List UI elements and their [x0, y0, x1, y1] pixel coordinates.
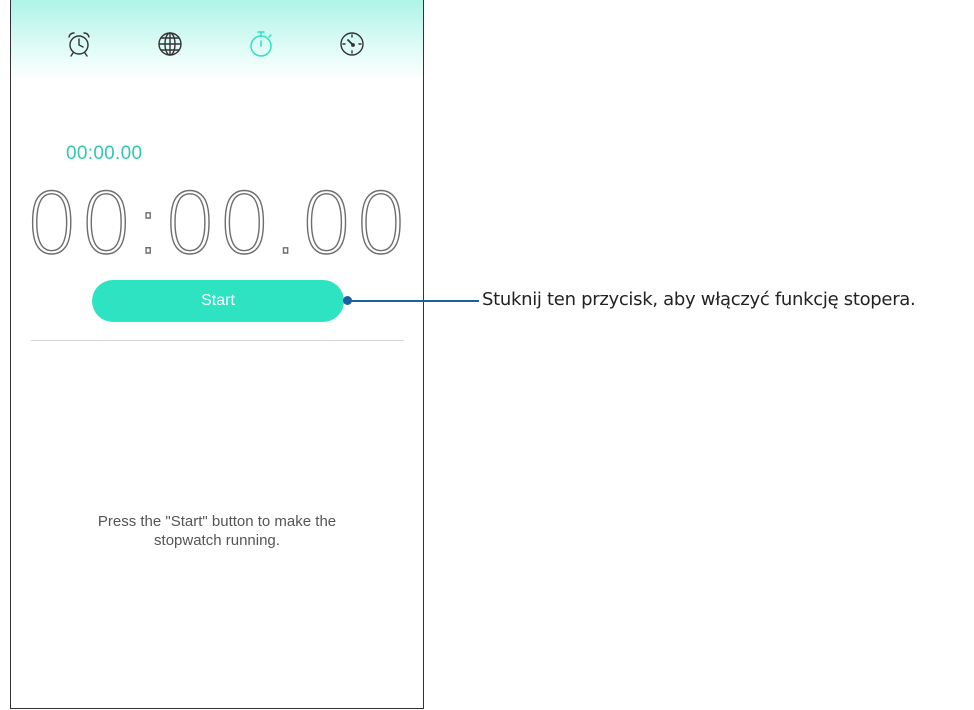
- stopwatch-icon: [246, 29, 276, 59]
- globe-icon: [155, 29, 185, 59]
- timer-icon: [337, 29, 367, 59]
- tab-world-clock[interactable]: [152, 26, 188, 62]
- divider: [31, 340, 404, 341]
- callout-leader-line: [348, 300, 466, 302]
- callout-annotation-text: Stuknij ten przycisk, aby włączyć funkcj…: [482, 289, 916, 310]
- callout-leader-line-end: [466, 300, 479, 302]
- lap-time-readout: 00:00.00: [66, 143, 143, 164]
- screenshot-canvas: 00:00.00 00:00.00 Start Press the "Start…: [0, 0, 974, 710]
- tab-timer[interactable]: [334, 26, 370, 62]
- stopwatch-time-display: 00:00.00: [24, 174, 409, 273]
- alarm-clock-icon: [64, 29, 94, 59]
- start-button[interactable]: Start: [92, 280, 344, 322]
- phone-screen: 00:00.00 00:00.00 Start Press the "Start…: [10, 0, 424, 709]
- tab-stopwatch[interactable]: [243, 26, 279, 62]
- clock-tab-bar: [11, 0, 423, 80]
- tab-alarm[interactable]: [61, 26, 97, 62]
- stopwatch-hint-text: Press the "Start" button to make the sto…: [97, 513, 337, 549]
